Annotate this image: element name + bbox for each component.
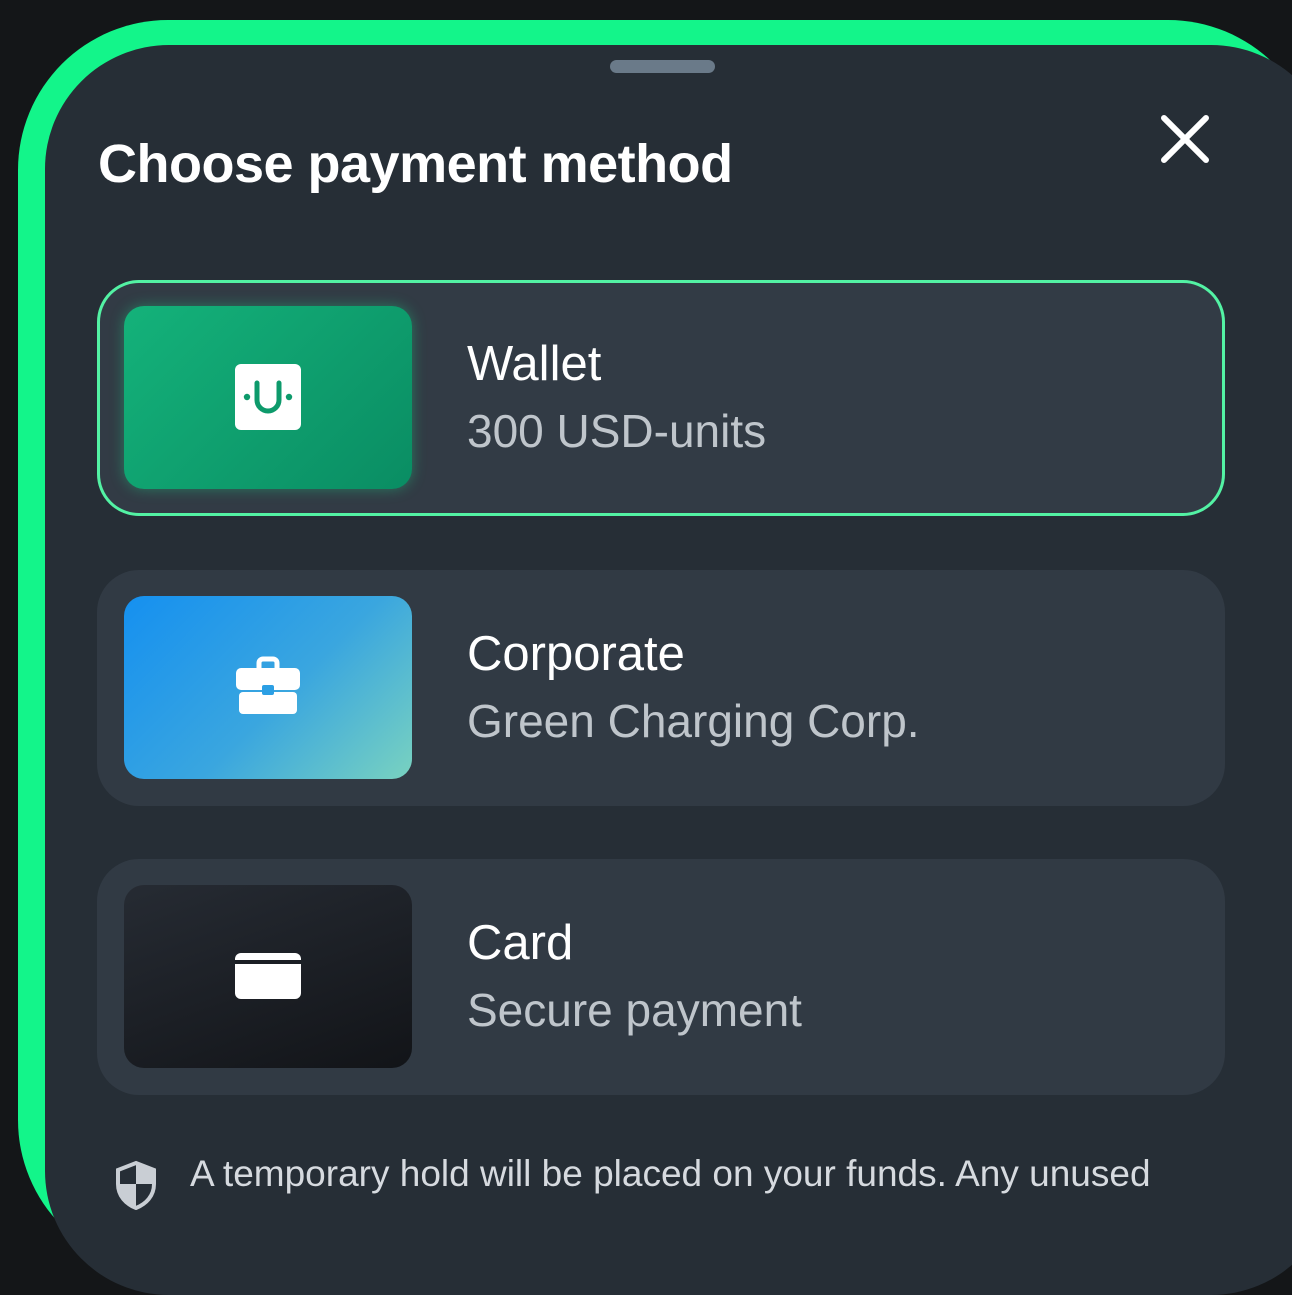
option-label: Wallet: [467, 337, 602, 391]
drag-handle[interactable]: [610, 60, 715, 73]
option-label: Card: [467, 916, 574, 970]
credit-card-icon: [235, 953, 301, 999]
wallet-u-icon: [235, 364, 301, 430]
close-button[interactable]: [1158, 112, 1212, 166]
hold-notice-text: A temporary hold will be placed on your …: [190, 1153, 1151, 1194]
close-icon: [1161, 115, 1209, 163]
briefcase-icon: [236, 656, 300, 714]
shield-icon: [116, 1160, 156, 1210]
option-sublabel: 300 USD-units: [467, 405, 767, 457]
card-tile: [124, 885, 412, 1068]
option-sublabel: Secure payment: [467, 984, 802, 1036]
payment-option-wallet[interactable]: Wallet 300 USD-units: [97, 280, 1225, 516]
corporate-tile: [124, 596, 412, 779]
payment-option-card[interactable]: Card Secure payment: [97, 859, 1225, 1095]
wallet-tile: [124, 306, 412, 489]
option-sublabel: Green Charging Corp.: [467, 695, 920, 747]
option-label: Corporate: [467, 627, 685, 681]
sheet-title: Choose payment method: [98, 134, 733, 194]
payment-option-corporate[interactable]: Corporate Green Charging Corp.: [97, 570, 1225, 806]
